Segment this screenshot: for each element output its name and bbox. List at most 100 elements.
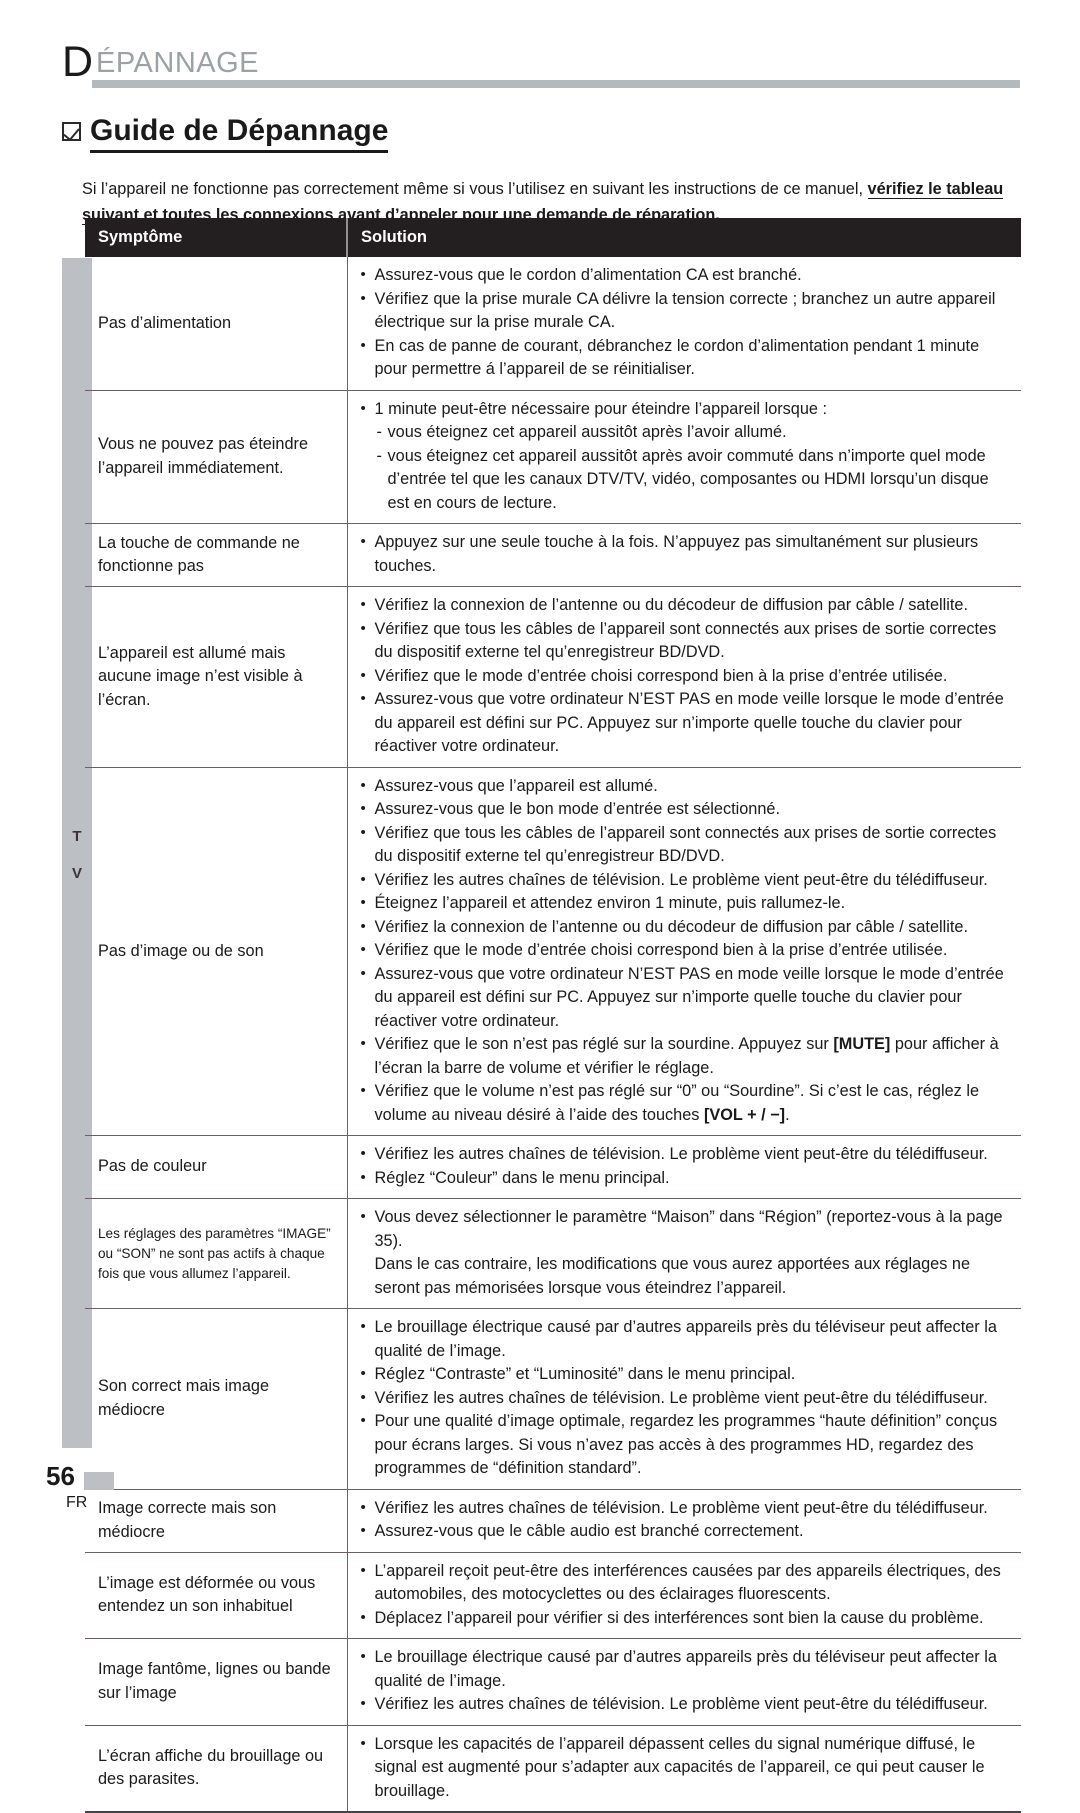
solution-sub-item: vous éteignez cet appareil aussitôt aprè… — [375, 445, 1014, 516]
solution-item: Vérifiez les autres chaînes de télévisio… — [360, 1386, 1014, 1411]
solution-list: Vous devez sélectionner le paramètre “Ma… — [360, 1205, 1014, 1300]
solution-item: Vérifiez que le mode d’entrée choisi cor… — [360, 938, 1014, 963]
symptom-cell: Vous ne pouvez pas éteindre l’appareil i… — [85, 389, 347, 524]
troubleshooting-table: Symptôme Solution Pas d’alimentation Assu… — [85, 218, 1021, 1813]
solution-item: Vérifiez que tous les câbles de l’appare… — [360, 821, 1014, 869]
solution-item: Vérifiez la connexion de l’antenne ou du… — [360, 915, 1014, 940]
folio-row: 56 — [46, 1462, 246, 1490]
solution-item: Éteignez l’appareil et attendez environ … — [360, 891, 1014, 916]
symptom-cell: La touche de commande ne fonctionne pas — [85, 523, 347, 587]
solution-list: Vérifiez les autres chaînes de télévisio… — [360, 1496, 1014, 1544]
solution-item: Le brouillage électrique causé par d’aut… — [360, 1315, 1014, 1363]
table-row: Vous ne pouvez pas éteindre l’appareil i… — [85, 389, 1021, 524]
checkbox-checked-icon — [62, 122, 81, 141]
chapter-rule — [92, 80, 1020, 88]
solution-cell: Le brouillage électrique causé par d’aut… — [346, 1638, 1021, 1726]
solution-item: Appuyez sur une seule touche à la fois. … — [360, 530, 1014, 578]
symptom-cell: Pas de couleur — [85, 1135, 347, 1199]
solution-sub-list: vous éteignez cet appareil aussitôt aprè… — [375, 421, 1014, 515]
solution-cell: Vérifiez les autres chaînes de télévisio… — [346, 1488, 1021, 1553]
solution-item: Le brouillage électrique causé par d’aut… — [360, 1645, 1014, 1693]
solution-item: Réglez “Contraste” et “Luminosité” dans … — [360, 1362, 1014, 1387]
page-footer: 56 FR — [46, 1462, 246, 1511]
solution-text-pre: Vérifiez que le son n’est pas réglé sur … — [374, 1035, 834, 1053]
table-row: Pas d’alimentation Assurez-vous que le co… — [85, 257, 1021, 391]
table-row: L’image est déformée ou vous entendez un… — [85, 1551, 1021, 1639]
table-body: Pas d’alimentation Assurez-vous que le co… — [85, 257, 1021, 1813]
solution-item: Vérifiez les autres chaînes de télévisio… — [360, 1692, 1014, 1717]
table-row: Pas d’image ou de sonAssurez-vous que l’… — [85, 766, 1021, 1136]
solution-item: Pour une qualité d’image optimale, regar… — [360, 1409, 1014, 1481]
symptom-cell: L’image est déformée ou vous entendez un… — [85, 1551, 347, 1639]
solution-cell: Appuyez sur une seule touche à la fois. … — [346, 523, 1021, 587]
solution-cell: Assurez-vous que l’appareil est allumé. A… — [346, 766, 1021, 1136]
solution-sub-item: vous éteignez cet appareil aussitôt aprè… — [375, 421, 1014, 445]
solution-cell: Le brouillage électrique causé par d’aut… — [346, 1308, 1021, 1490]
key-label: [VOL + / −] — [703, 1105, 786, 1124]
solution-item: Déplacez l’appareil pour vérifier si des… — [360, 1606, 1014, 1631]
solution-item: L’appareil reçoit peut-être des interfér… — [360, 1559, 1014, 1607]
solution-item: Vérifiez que le mode d’entrée choisi cor… — [360, 664, 1014, 689]
solution-item: Assurez-vous que l’appareil est allumé. — [360, 774, 1014, 799]
symptom-cell: Image fantôme, lignes ou bande sur l’ima… — [85, 1638, 347, 1726]
table-row: Image fantôme, lignes ou bande sur l’ima… — [85, 1638, 1021, 1726]
solution-cell: 1 minute peut-être nécessaire pour étein… — [346, 389, 1021, 524]
solution-list: Vérifiez la connexion de l’antenne ou du… — [360, 593, 1014, 759]
solution-list: Le brouillage électrique causé par d’aut… — [360, 1645, 1014, 1717]
chapter-dropcap: D — [62, 38, 94, 86]
folio-decoration-block — [84, 1472, 114, 1490]
solution-item: Assurez-vous que le câble audio est bran… — [360, 1519, 1014, 1544]
solution-continuation: Dans le cas contraire, les modifications… — [374, 1255, 971, 1297]
solution-item: Réglez “Couleur” dans le menu principal. — [360, 1166, 1014, 1191]
troubleshooting-table-wrapper: Symptôme Solution Pas d’alimentation Assu… — [85, 218, 1021, 1813]
column-header-symptom: Symptôme — [85, 218, 347, 257]
solution-item: 1 minute peut-être nécessaire pour étein… — [360, 397, 1014, 422]
solution-item: Vérifiez les autres chaînes de télévisio… — [360, 1142, 1014, 1167]
solution-item: En cas de panne de courant, débranchez l… — [360, 334, 1014, 382]
solution-item: Vérifiez que le son n’est pas réglé sur … — [360, 1032, 1014, 1080]
solution-text-pre: Vérifiez que le volume n’est pas réglé s… — [374, 1082, 980, 1124]
section-title-row: Guide de Dépannage — [62, 113, 389, 153]
table-header-row: Symptôme Solution — [85, 218, 1021, 257]
solution-list: Appuyez sur une seule touche à la fois. … — [360, 530, 1014, 578]
symptom-cell: Pas d’image ou de son — [85, 766, 347, 1136]
solution-list: Assurez-vous que le cordon d’alimentatio… — [360, 263, 1014, 382]
solution-item: Assurez-vous que votre ordinateur N’EST … — [360, 687, 1014, 759]
solution-cell: Vérifiez les autres chaînes de télévisio… — [346, 1135, 1021, 1199]
solution-item: Assurez-vous que le cordon d’alimentatio… — [360, 263, 1014, 288]
chapter-title: ÉPANNAGE — [96, 47, 260, 79]
symptom-cell: Image correcte mais son médiocre — [85, 1488, 347, 1553]
solution-item: Vérifiez les autres chaînes de télévisio… — [360, 1496, 1014, 1521]
language-code: FR — [66, 1494, 88, 1511]
solution-item: Vérifiez que le volume n’est pas réglé s… — [360, 1079, 1014, 1127]
solution-item: Lorsque les capacités de l’appareil dépa… — [360, 1732, 1014, 1804]
table-row: Les réglages des paramètres “IMAGE” ou “… — [85, 1198, 1021, 1309]
solution-item: Assurez-vous que votre ordinateur N’EST … — [360, 962, 1014, 1034]
solution-item: Vous devez sélectionner le paramètre “Ma… — [360, 1205, 1014, 1253]
symptom-cell: L’appareil est allumé mais aucune image … — [85, 586, 347, 768]
page-title: Guide de Dépannage — [90, 113, 389, 153]
solution-cell: L’appareil reçoit peut-être des interfér… — [346, 1551, 1021, 1639]
solution-text-post: . — [785, 1105, 790, 1124]
table-row: L’appareil est allumé mais aucune image … — [85, 586, 1021, 768]
solution-subgroup: vous éteignez cet appareil aussitôt aprè… — [360, 421, 1014, 515]
symptom-cell: Pas d’alimentation — [85, 257, 347, 391]
table-row: La touche de commande ne fonctionne pas A… — [85, 523, 1021, 587]
solution-list: 1 minute peut-être nécessaire pour étein… — [360, 397, 1014, 516]
symptom-cell: Les réglages des paramètres “IMAGE” ou “… — [85, 1198, 347, 1309]
table-head: Symptôme Solution — [85, 218, 1021, 257]
solution-list: Lorsque les capacités de l’appareil dépa… — [360, 1732, 1014, 1804]
column-header-solution: Solution — [346, 218, 1021, 257]
solution-item: Vérifiez que tous les câbles de l’appare… — [360, 617, 1014, 665]
symptom-cell: L’écran affiche du brouillage ou des par… — [85, 1724, 347, 1813]
intro-normal-text: Si l’appareil ne fonctionne pas correcte… — [82, 180, 868, 199]
solution-list: Vérifiez les autres chaînes de télévisio… — [360, 1142, 1014, 1191]
table-row: Pas de couleur Vérifiez les autres chaîne… — [85, 1135, 1021, 1199]
solution-item: Vérifiez la connexion de l’antenne ou du… — [360, 593, 1014, 618]
table-row: L’écran affiche du brouillage ou des par… — [85, 1724, 1021, 1813]
solution-list: Le brouillage électrique causé par d’aut… — [360, 1315, 1014, 1481]
solution-cell: Vous devez sélectionner le paramètre “Ma… — [346, 1198, 1021, 1309]
solution-list: L’appareil reçoit peut-être des interfér… — [360, 1559, 1014, 1631]
solution-cell: Vérifiez la connexion de l’antenne ou du… — [346, 586, 1021, 768]
solution-cell: Lorsque les capacités de l’appareil dépa… — [346, 1724, 1021, 1813]
